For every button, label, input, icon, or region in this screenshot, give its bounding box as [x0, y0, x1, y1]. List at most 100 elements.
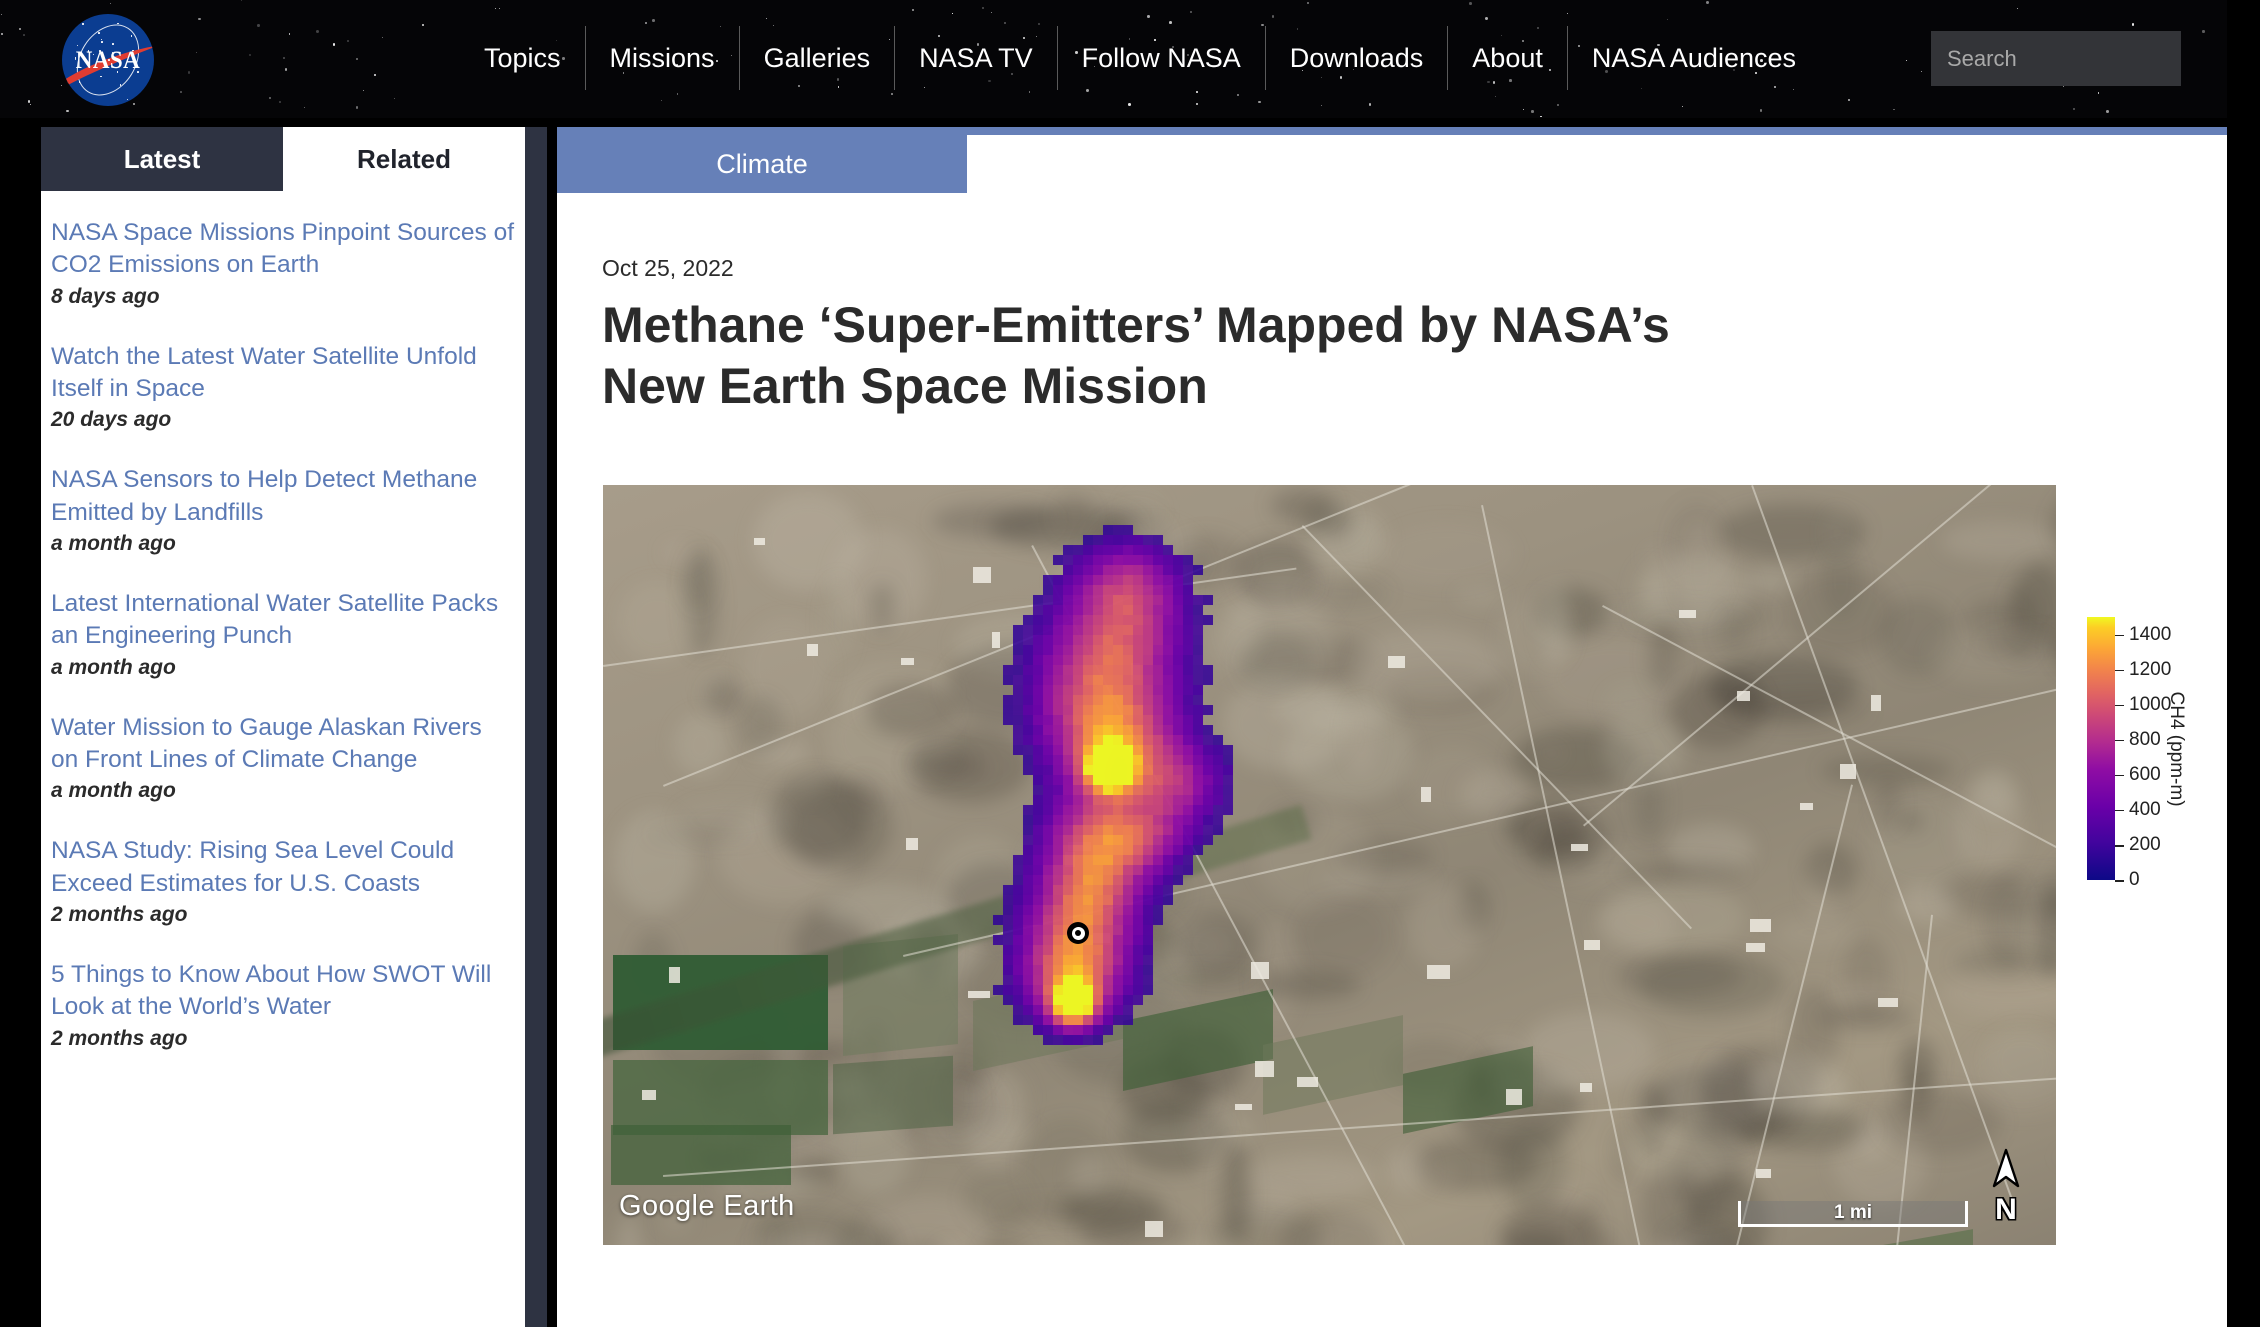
well-pad	[1388, 655, 1405, 669]
article-title-link[interactable]: NASA Space Missions Pinpoint Sources of …	[51, 217, 515, 282]
plume-cell	[1063, 1005, 1073, 1015]
plume-cell	[1123, 525, 1133, 535]
list-item[interactable]: Watch the Latest Water Satellite Unfold …	[51, 341, 515, 459]
well-pad	[806, 643, 818, 657]
nav-item-galleries[interactable]: Galleries	[738, 26, 895, 90]
article-title-link[interactable]: Water Mission to Gauge Alaskan Rivers on…	[51, 712, 515, 777]
plume-cell	[1113, 525, 1123, 535]
plume-cell	[1113, 605, 1123, 615]
plume-cell	[1183, 595, 1193, 605]
plume-cell	[1083, 785, 1093, 795]
plume-cell	[1023, 695, 1033, 705]
well-pad	[1421, 787, 1431, 802]
plume-cell	[1113, 915, 1123, 925]
article-timestamp: a month ago	[51, 655, 176, 679]
search-box[interactable]	[1931, 31, 2260, 86]
plume-cell	[1183, 815, 1193, 825]
sidebar-scrollbar[interactable]	[525, 127, 547, 1327]
plume-cell	[1093, 705, 1103, 715]
star-dot	[198, 17, 201, 21]
plume-cell	[1133, 735, 1143, 745]
plume-cell	[1153, 885, 1163, 895]
sidebar-tab-latest[interactable]: Latest	[41, 127, 283, 191]
plume-cell	[1053, 645, 1063, 655]
nav-item-topics[interactable]: Topics	[460, 26, 585, 90]
plume-cell	[1083, 595, 1093, 605]
article-title-link[interactable]: Watch the Latest Water Satellite Unfold …	[51, 341, 515, 406]
plume-cell	[1143, 675, 1153, 685]
plume-cell	[1113, 755, 1123, 765]
plume-cell	[1053, 685, 1063, 695]
plume-cell	[1053, 575, 1063, 585]
article-title-link[interactable]: NASA Study: Rising Sea Level Could Excee…	[51, 835, 515, 900]
search-input[interactable]	[1931, 45, 2235, 72]
nav-item-nasa-tv[interactable]: NASA TV	[894, 26, 1057, 90]
plume-cell	[1183, 855, 1193, 865]
plume-cell	[1133, 595, 1143, 605]
plume-cell	[1033, 1025, 1043, 1035]
plume-cell	[1093, 775, 1103, 785]
plume-cell	[1203, 735, 1213, 745]
nav-item-missions[interactable]: Missions	[584, 26, 739, 90]
star-dot	[1566, 13, 1569, 15]
plume-cell	[1053, 935, 1063, 945]
plume-cell	[1053, 985, 1063, 995]
plume-cell	[1083, 755, 1093, 765]
plume-cell	[1163, 725, 1173, 735]
plume-cell	[1143, 595, 1153, 605]
plume-cell	[1093, 585, 1103, 595]
plume-cell	[1103, 695, 1113, 705]
article-title-link[interactable]: 5 Things to Know About How SWOT Will Loo…	[51, 959, 515, 1024]
plume-cell	[1133, 695, 1143, 705]
well-pad	[1736, 690, 1751, 702]
sidebar-tab-related[interactable]: Related	[283, 127, 525, 191]
plume-cell	[1133, 555, 1143, 565]
plume-cell	[1103, 1025, 1113, 1035]
list-item[interactable]: Latest International Water Satellite Pac…	[51, 588, 515, 706]
colorbar-tick-mark	[2115, 739, 2124, 742]
star-dot	[133, 103, 136, 106]
plume-cell	[1173, 625, 1183, 635]
plume-cell	[1003, 925, 1013, 935]
plume-cell	[1103, 685, 1113, 695]
list-item[interactable]: NASA Sensors to Help Detect Methane Emit…	[51, 464, 515, 582]
nav-item-about[interactable]: About	[1447, 26, 1567, 90]
plume-cell	[1083, 565, 1093, 575]
terrain-texture	[1430, 1163, 1457, 1182]
nav-item-follow-nasa[interactable]: Follow NASA	[1056, 26, 1265, 90]
logo-star-dot	[82, 22, 85, 25]
plume-cell	[1083, 1005, 1093, 1015]
star-dot	[766, 17, 767, 19]
list-item[interactable]: NASA Space Missions Pinpoint Sources of …	[51, 217, 515, 335]
list-item[interactable]: NASA Study: Rising Sea Level Could Excee…	[51, 835, 515, 953]
plume-cell	[1073, 805, 1083, 815]
plume-cell	[1083, 745, 1093, 755]
list-item[interactable]: Water Mission to Gauge Alaskan Rivers on…	[51, 712, 515, 830]
plume-cell	[1153, 565, 1163, 575]
plume-cell	[1193, 755, 1203, 765]
nasa-logo[interactable]: NASA	[62, 14, 154, 106]
nav-item-nasa-audiences[interactable]: NASA Audiences	[1566, 26, 1820, 90]
plume-cell	[1113, 715, 1123, 725]
star-dot	[1128, 103, 1131, 107]
colorbar-tick-label: 600	[2129, 763, 2161, 785]
plume-cell	[1163, 635, 1173, 645]
plume-cell	[1153, 785, 1163, 795]
plume-cell	[1073, 635, 1083, 645]
plume-cell	[1133, 675, 1143, 685]
plume-cell	[1083, 805, 1093, 815]
nav-item-downloads[interactable]: Downloads	[1264, 26, 1448, 90]
article-title-link[interactable]: Latest International Water Satellite Pac…	[51, 588, 515, 653]
list-item[interactable]: 5 Things to Know About How SWOT Will Loo…	[51, 959, 515, 1077]
plume-cell	[1123, 945, 1133, 955]
plume-cell	[1093, 865, 1103, 875]
category-tab-climate[interactable]: Climate	[557, 135, 967, 193]
plume-cell	[1103, 565, 1113, 575]
article-title-link[interactable]: NASA Sensors to Help Detect Methane Emit…	[51, 464, 515, 529]
plume-cell	[1113, 885, 1123, 895]
plume-cell	[1033, 615, 1043, 625]
plume-cell	[1023, 975, 1033, 985]
article-list: NASA Space Missions Pinpoint Sources of …	[41, 191, 525, 1077]
plume-cell	[1063, 565, 1073, 575]
plume-cell	[1003, 915, 1013, 925]
